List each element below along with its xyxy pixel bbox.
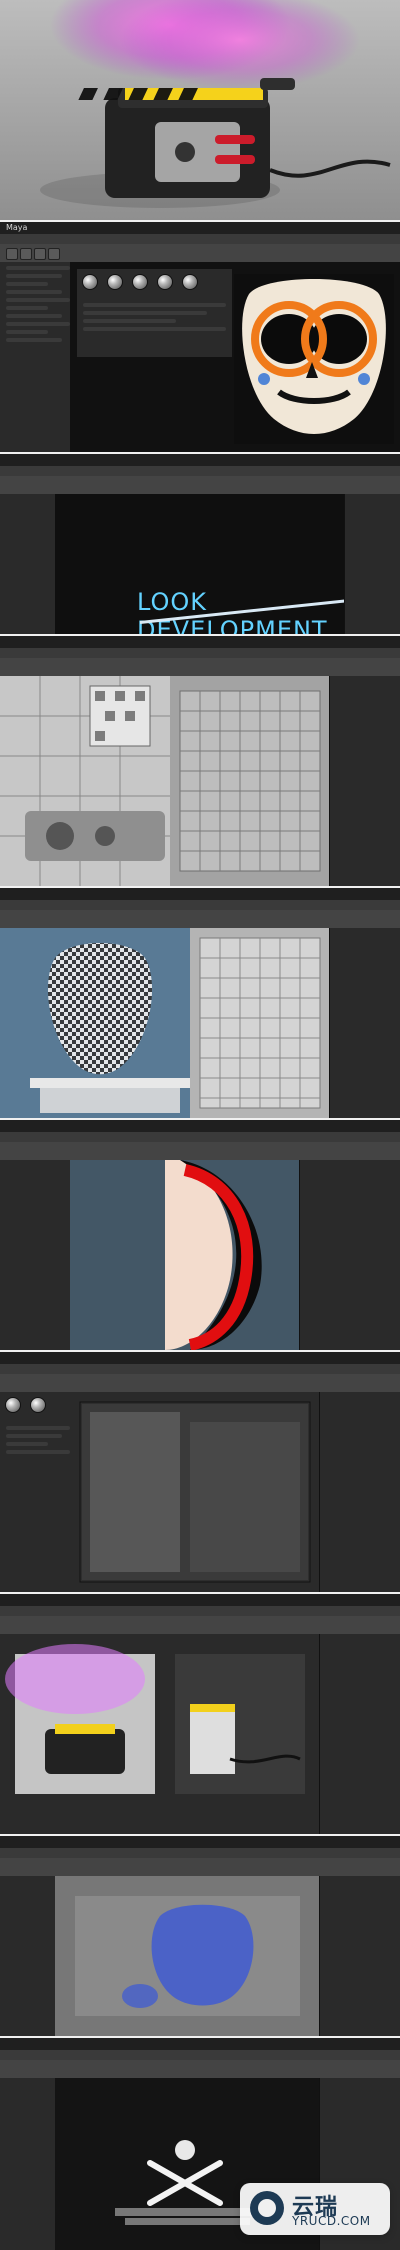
material-swatch[interactable]	[30, 1397, 47, 1413]
material-swatch[interactable]	[107, 274, 124, 290]
material-swatch[interactable]	[157, 274, 174, 290]
watermark-en: YRUCD.COM	[292, 2214, 371, 2228]
maya-panel-7	[0, 1352, 400, 1592]
window-topbar: Maya	[0, 222, 400, 234]
maya-panel-3: LOOK DEVELOPMENT \v	[0, 454, 400, 634]
material-swatch[interactable]	[82, 274, 98, 290]
tool-icon[interactable]	[6, 248, 18, 260]
outliner-panel[interactable]	[0, 262, 71, 452]
skull-checker-view	[0, 928, 330, 1118]
hero-render-panel	[0, 0, 400, 220]
hypershade-panel[interactable]	[76, 268, 233, 358]
uv-split-view	[0, 676, 330, 886]
watermark-logo-icon	[250, 2191, 284, 2225]
maya-panel-4	[0, 636, 400, 886]
noise-render-viewport[interactable]	[70, 1392, 320, 1592]
maya-panel-5	[0, 888, 400, 1118]
sugar-skull-render	[234, 274, 394, 444]
closeup-viewport[interactable]	[70, 1160, 300, 1350]
skull-closeup-render	[70, 1160, 300, 1350]
uv-editor-viewport[interactable]	[0, 676, 330, 886]
tool-icon[interactable]	[34, 248, 46, 260]
hero-render	[0, 0, 400, 220]
video-viewport: LOOK DEVELOPMENT \v	[55, 494, 364, 634]
blue-skull-render	[55, 1876, 320, 2036]
blue-skull-viewport[interactable]	[55, 1876, 320, 2036]
tool-shelf[interactable]	[0, 244, 400, 263]
render-compare-viewport[interactable]	[0, 1634, 320, 1834]
maya-panel-6	[0, 1120, 400, 1350]
maya-panel-2: Maya	[0, 222, 400, 452]
checker-viewport[interactable]	[0, 928, 330, 1118]
material-swatch[interactable]	[5, 1397, 21, 1413]
ghost-trap-compare	[0, 1634, 320, 1834]
app-label: Maya	[6, 223, 28, 232]
maya-panel-8	[0, 1594, 400, 1834]
tool-icon[interactable]	[20, 248, 32, 260]
noise-render	[70, 1392, 320, 1592]
tool-icon[interactable]	[48, 248, 60, 260]
maya-panel-9	[0, 1836, 400, 2036]
watermark-badge: 云瑞 YRUCD.COM	[240, 2183, 390, 2235]
material-swatch[interactable]	[132, 274, 149, 290]
viewport[interactable]	[70, 262, 400, 452]
material-swatch[interactable]	[182, 274, 199, 290]
